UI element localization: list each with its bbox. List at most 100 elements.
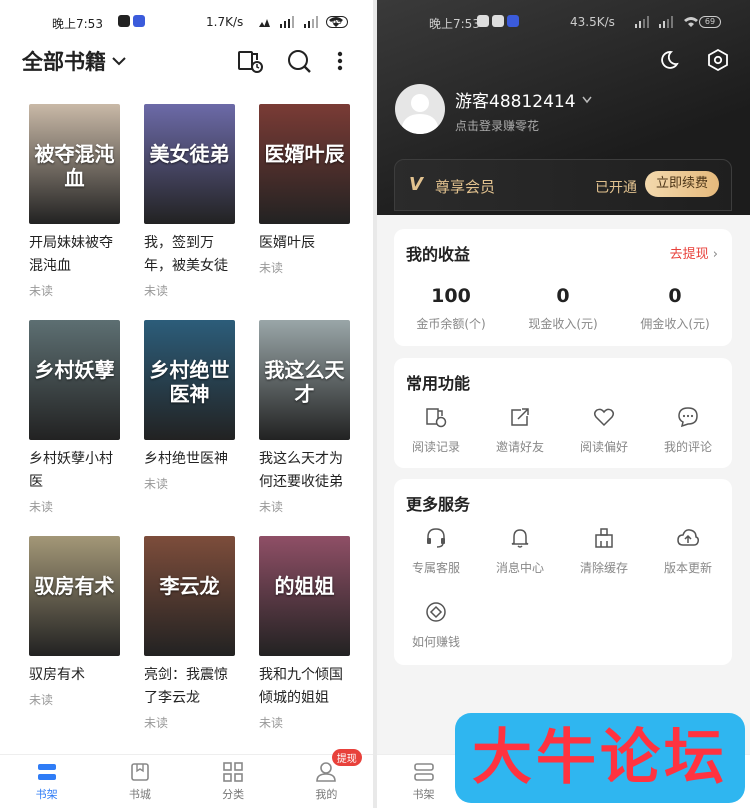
cover-title: 李云龙 [159,574,220,598]
book-title: 我和九个倾国倾城的姐姐 [259,667,343,706]
service-label: 专属客服 [411,561,460,575]
common-functions-title: 常用功能 [406,374,471,393]
username-text: 游客48812414 [455,92,576,112]
service-label: 如何赚钱 [411,635,460,649]
service-label: 版本更新 [663,561,712,575]
stat-cash[interactable]: 0 现金收入(元) [508,285,618,332]
function-read-history[interactable]: 阅读记录 [394,406,478,455]
stat-coins[interactable]: 100 金币余额(个) [396,285,506,332]
settings-icon[interactable] [707,49,729,71]
cover-title: 医婿叶辰 [264,142,345,166]
book-cover: 被夺混沌血 [29,104,120,224]
function-invite[interactable]: 邀请好友 [478,406,562,455]
vip-title: 尊享会员 [435,178,496,196]
read-status: 未读 [144,477,169,491]
wifi-icon [684,17,698,27]
service-update[interactable]: 版本更新 [646,527,730,576]
withdraw-link[interactable]: 去提现 › [670,243,718,262]
read-status: 未读 [29,284,54,298]
stat-value: 0 [556,285,570,307]
history-icon [426,408,447,428]
chevron-right-icon: › [712,247,718,262]
notification-icons [118,15,145,27]
read-status: 未读 [29,693,54,707]
book-item[interactable]: 美女徒弟 我，签到万年，被美女徒 未读 [144,104,244,299]
book-item[interactable]: 被夺混沌血开局妹妹被夺混沌血未读 [29,104,129,299]
more-services-title: 更多服务 [406,495,471,514]
service-customer[interactable]: 专属客服 [394,527,478,576]
search-icon[interactable] [286,48,312,74]
stat-label: 金币余额(个) [416,317,486,331]
tab-bookstore[interactable]: 书城 [93,755,186,808]
book-title: 开局妹妹被夺混沌血 [29,235,113,274]
function-label: 我的评论 [663,440,712,454]
night-mode-icon[interactable] [659,50,679,70]
bell-icon [511,529,529,548]
comment-icon [678,407,698,428]
share-icon [511,408,529,426]
book-title: 亮剑：我震惊了李云龙 [144,667,228,706]
stat-label: 佣金收入(元) [640,317,710,331]
vip-logo-icon: V [409,174,423,195]
service-label: 消息中心 [495,561,544,575]
book-item[interactable]: 李云龙亮剑：我震惊了李云龙未读 [144,536,244,731]
tab-bookshelf[interactable]: 书架 [0,755,93,808]
broom-icon [595,528,613,548]
tab-category[interactable]: 分类 [187,755,280,808]
profile-icon [316,761,337,782]
avatar[interactable] [395,84,445,134]
bookstore-icon [131,762,149,781]
book-title: 驭房有术 [29,667,85,683]
bookshelf-filter[interactable]: 全部书籍 [22,46,126,76]
read-status: 未读 [144,284,169,298]
service-messages[interactable]: 消息中心 [478,527,562,576]
network-speed: 43.5K/s [570,15,615,29]
book-item[interactable]: 的姐姐 我和九个倾国倾城的姐姐 未读 [259,536,359,731]
book-item[interactable]: 乡村绝世医神 乡村绝世医神 未读 [144,320,244,492]
read-history-icon[interactable] [237,48,263,74]
category-icon [223,761,243,782]
read-status: 未读 [259,500,284,514]
bookshelf-icon [37,763,56,780]
book-title: 医婿叶辰 [259,235,315,251]
coin-icon [426,602,446,622]
service-clear-cache[interactable]: 清除缓存 [562,527,646,576]
vip-banner[interactable]: V 尊享会员 已开通 立即续费 [394,159,732,211]
function-label: 邀请好友 [495,440,544,454]
cover-title: 乡村妖孽 [34,358,115,382]
earnings-card: 我的收益 去提现 › 100 金币余额(个) 0 现金收入(元) 0 佣金收入(元) [394,229,732,346]
cloud-upload-icon [677,529,699,546]
status-time: 晚上7:53 [52,17,103,31]
read-status: 未读 [259,261,284,275]
service-earn-money[interactable]: 如何赚钱 [394,601,478,650]
username[interactable]: 游客48812414 [455,87,592,112]
function-label: 阅读记录 [411,440,460,454]
stat-commission[interactable]: 0 佣金收入(元) [620,285,730,332]
cover-title: 乡村绝世医神 [149,358,230,406]
book-item[interactable]: 乡村妖孽 乡村妖孽小村医 未读 [29,320,129,515]
function-label: 阅读偏好 [579,440,628,454]
book-item[interactable]: 驭房有术 驭房有术 未读 [29,536,129,708]
cover-title: 驭房有术 [34,574,115,598]
function-preference[interactable]: 阅读偏好 [562,406,646,455]
read-status: 未读 [144,716,169,730]
book-cover: 美女徒弟 [144,104,235,224]
renew-button[interactable]: 立即续费 [645,171,719,197]
stat-label: 现金收入(元) [528,317,598,331]
book-item[interactable]: 我这么天才 我这么天才为何还要收徒弟 未读 [259,320,359,515]
login-hint[interactable]: 点击登录赚零花 [455,117,539,134]
book-item[interactable]: 医婿叶辰 医婿叶辰 未读 [259,104,359,276]
tab-profile[interactable]: 提现 我的 [280,749,373,808]
book-title: 乡村绝世医神 [144,451,228,467]
cover-title: 被夺混沌血 [34,142,115,190]
book-cover: 我这么天才 [259,320,350,440]
withdraw-badge: 提现 [331,749,362,766]
function-comments[interactable]: 我的评论 [646,406,730,455]
tab-label: 书架 [412,787,435,801]
status-bar: 晚上7:53 43.5K/s 69 [377,0,750,40]
watermark-logo: 大牛论坛 [455,713,745,803]
more-icon[interactable] [336,48,344,74]
cover-title: 美女徒弟 [149,142,230,166]
common-functions-card: 常用功能 阅读记录 邀请好友 阅读偏好 我的评论 [394,358,732,468]
book-cover: 的姐姐 [259,536,350,656]
